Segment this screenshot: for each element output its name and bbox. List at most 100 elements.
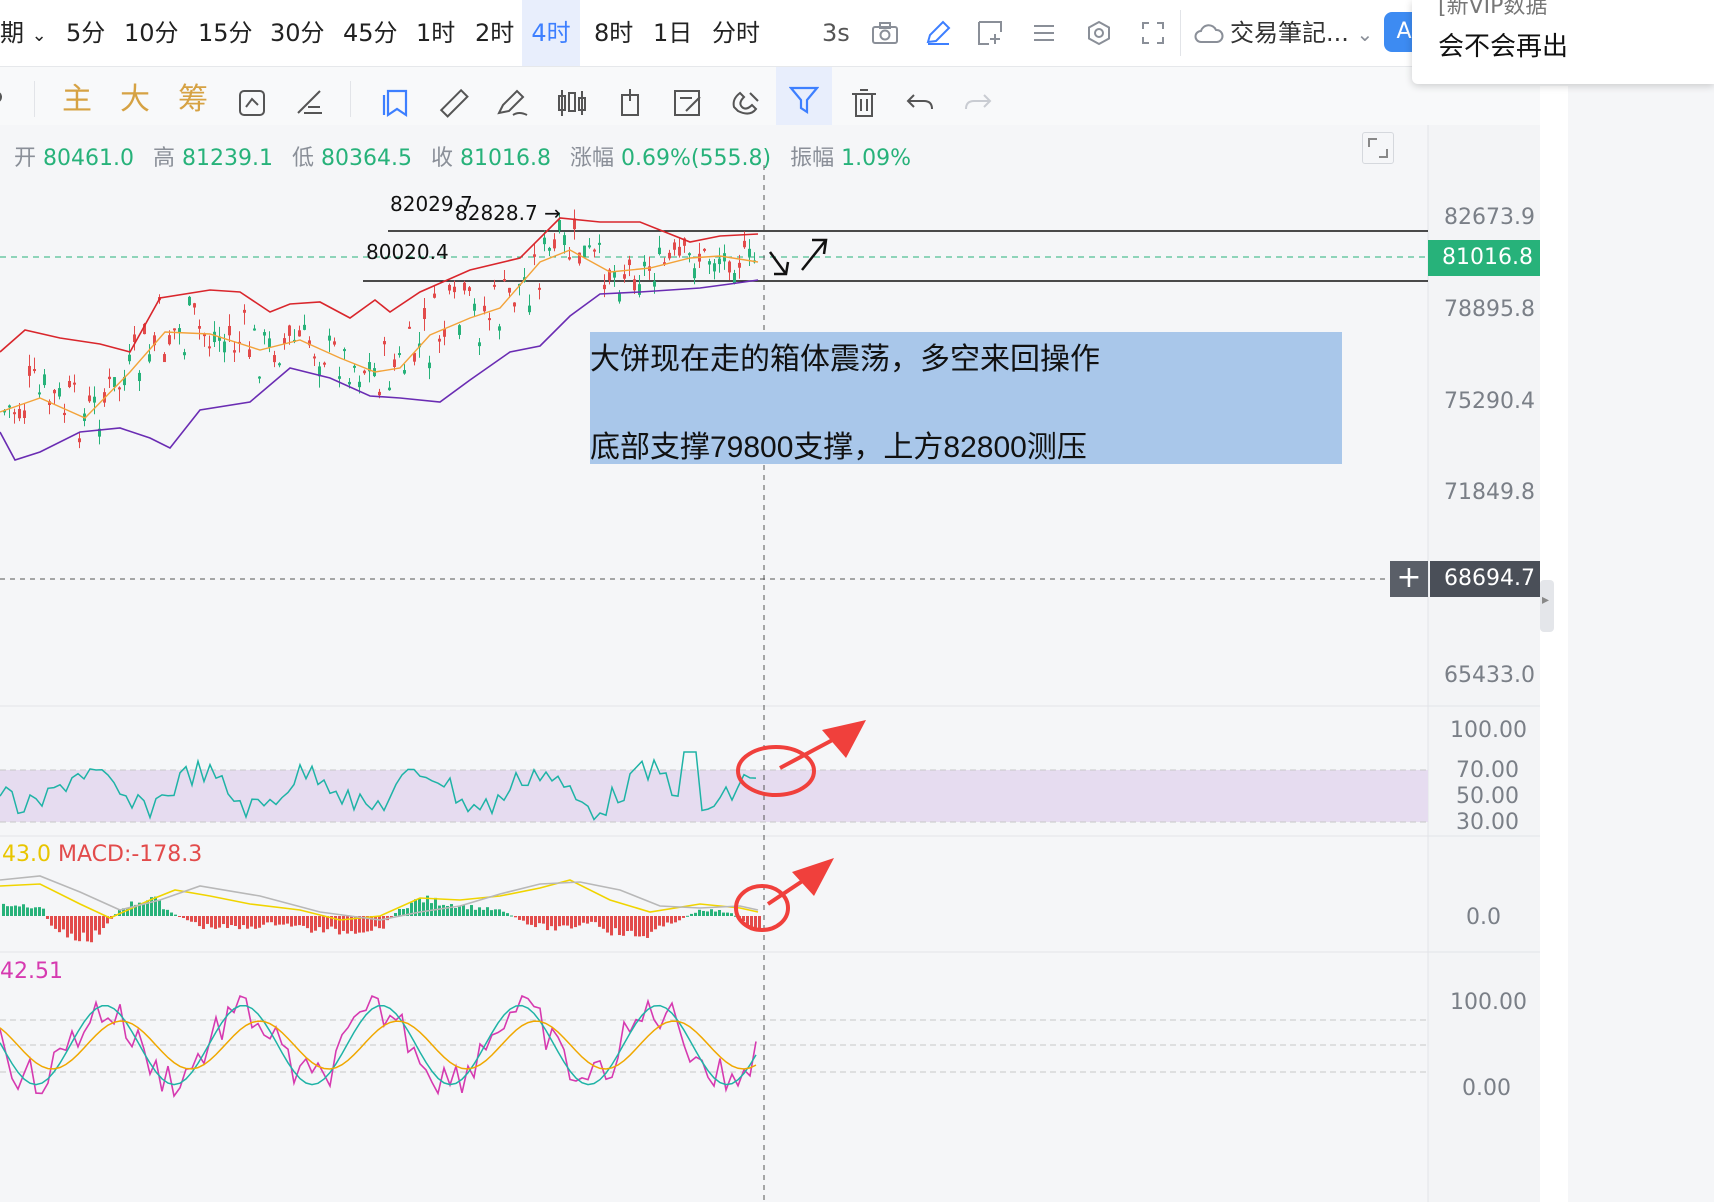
main-indicator-button[interactable]: 主 (62, 81, 92, 119)
undo-icon[interactable] (900, 83, 940, 123)
macd-bar (206, 916, 209, 924)
macd-bar (654, 916, 657, 930)
macd-bar (630, 916, 633, 931)
macd-bar (90, 916, 93, 943)
macd-bar (82, 916, 85, 933)
period-1h[interactable]: 1时 (410, 14, 461, 52)
period-45m[interactable]: 45分 (337, 14, 404, 52)
macd-bar (306, 916, 309, 929)
macd-bar (718, 910, 721, 916)
period-more[interactable]: 期 ⌄ (0, 14, 53, 52)
period-10m[interactable]: 10分 (118, 14, 185, 52)
candle-body (708, 261, 711, 265)
candle-body (638, 284, 641, 295)
macd-bar (722, 912, 725, 916)
candle-body (433, 293, 436, 298)
frame-add-icon[interactable] (973, 16, 1007, 50)
macd-bar (198, 916, 201, 927)
period-1d[interactable]: 1日 (647, 14, 698, 52)
trash-icon[interactable] (844, 83, 884, 123)
candle-body (468, 287, 471, 292)
macd-bar (502, 911, 505, 916)
macd-prefix-value: 43.0 (2, 842, 51, 867)
period-5m[interactable]: 5分 (60, 14, 111, 52)
macd-bar (650, 916, 653, 932)
magnet-icon[interactable] (726, 83, 766, 123)
camera-icon[interactable] (868, 16, 902, 50)
list-icon[interactable] (1027, 16, 1061, 50)
note-line-1: 大饼现在走的箱体震荡，多空来回操作 (590, 343, 1100, 376)
macd-bar (670, 916, 673, 924)
period-15m[interactable]: 15分 (192, 14, 259, 52)
macd-bar (666, 916, 669, 923)
chip-distribution-button[interactable]: 筹 (178, 81, 208, 119)
macd-bar (274, 916, 277, 926)
macd-bar (478, 907, 481, 916)
macd-bar (730, 913, 733, 916)
macd-bar (434, 897, 437, 916)
candle-body (18, 408, 21, 419)
macd-bar (474, 909, 477, 916)
macd-bar (54, 916, 57, 929)
candle-body (633, 279, 636, 291)
period-8h[interactable]: 8时 (588, 14, 639, 52)
box-icon[interactable] (610, 83, 650, 123)
filter-icon[interactable] (776, 67, 832, 133)
macd-bar (582, 916, 585, 923)
notification-popup[interactable]: [新VIP数据 会不会再出 (1412, 0, 1714, 84)
candle-body (13, 412, 16, 415)
macd-bar (534, 916, 537, 928)
macd-bar (542, 916, 545, 924)
draw-pen-icon[interactable] (492, 83, 532, 123)
fullscreen-icon[interactable] (1136, 16, 1170, 50)
candle-body (138, 372, 141, 382)
candle-body (258, 376, 261, 379)
candle-body (303, 324, 306, 330)
period-toolbar: 期 ⌄ 5分 10分 15分 30分 45分 1时 2时 4时 8时 1日 分时… (0, 0, 1560, 67)
add-alert-button[interactable]: + (1390, 561, 1428, 597)
macd-bar (286, 916, 289, 924)
period-2h[interactable]: 2时 (469, 14, 520, 52)
expand-icon[interactable] (1362, 132, 1394, 164)
ruler-arrows-icon[interactable] (290, 83, 330, 123)
period-timeline[interactable]: 分时 (706, 14, 766, 52)
macd-bar (230, 916, 233, 926)
candlestick-icon[interactable] (552, 83, 592, 123)
candle-body (533, 254, 536, 257)
large-order-button[interactable]: 大 (120, 81, 150, 119)
measure-ruler-icon[interactable] (434, 83, 474, 123)
candle-body (53, 389, 56, 394)
macd-bar (674, 916, 677, 923)
macd-bar (574, 916, 577, 928)
candle-body (508, 287, 511, 293)
chart-canvas[interactable] (0, 125, 1540, 1202)
crosshair-price-tag: 68694.7 (1430, 561, 1549, 597)
candle-body (213, 331, 216, 343)
candle-body (393, 359, 396, 368)
settings-hex-icon[interactable] (1082, 16, 1116, 50)
candle-body (718, 258, 721, 265)
pencil-icon[interactable] (921, 16, 955, 50)
macd-bar (46, 916, 49, 919)
candle-body (473, 303, 476, 311)
candle-body (553, 239, 556, 249)
period-4h[interactable]: 4时 (522, 0, 580, 66)
candle-body (693, 268, 696, 279)
macd-bar (506, 913, 509, 916)
cycle-chart-icon[interactable] (232, 83, 272, 123)
redo-icon[interactable] (958, 83, 998, 123)
edit-note-icon[interactable] (668, 83, 708, 123)
candle-body (673, 242, 676, 250)
macd-bar (30, 908, 33, 916)
refresh-interval[interactable]: 3s (816, 14, 856, 52)
macd-bar (626, 916, 629, 932)
candle-body (653, 281, 656, 287)
macd-bar (614, 916, 617, 929)
candle-body (233, 350, 236, 353)
candle-body (428, 362, 431, 369)
period-30m[interactable]: 30分 (264, 14, 331, 52)
bookmark-icon[interactable] (376, 83, 416, 123)
macd-bar (226, 916, 229, 929)
macd-bar (638, 916, 641, 937)
notebook-selector[interactable]: 交易筆記... ⌄ (1230, 14, 1373, 52)
